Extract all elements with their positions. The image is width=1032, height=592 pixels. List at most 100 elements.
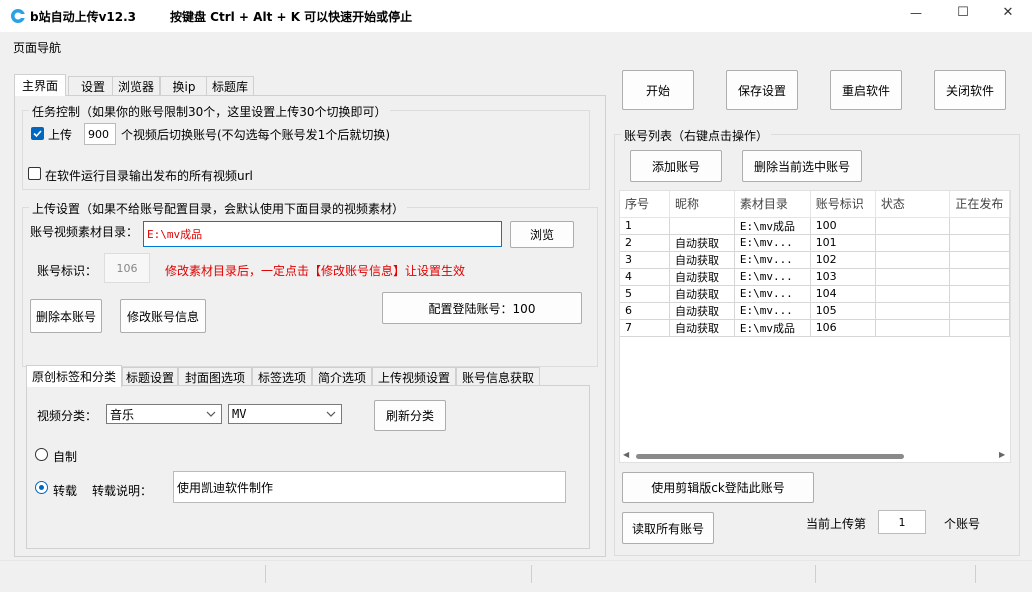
tab-settings[interactable]: 设置 [68, 76, 118, 96]
login-account-button[interactable]: 配置登陆账号：100 [382, 292, 582, 324]
table-cell [949, 234, 1010, 252]
table-cell: E:\mv... [734, 251, 811, 269]
table-cell: 4 [620, 268, 670, 286]
table-cell: 自动获取 [669, 302, 735, 320]
table-cell: 自动获取 [669, 319, 735, 337]
subtab-tag-options[interactable]: 标签选项 [252, 367, 312, 387]
table-cell [875, 268, 951, 286]
dir-warning: 修改素材目录后，一定点击【修改账号信息】让设置生效 [165, 264, 466, 278]
switch-hint: 个视频后切换账号(不勾选每个账号发1个后就切换) [121, 128, 390, 142]
repost-note-input[interactable]: 使用凯迪软件制作 [173, 471, 566, 503]
horizontal-scrollbar[interactable]: ◀ ▶ [620, 450, 1010, 462]
window-title: b站自动上传v12.3 [30, 10, 137, 24]
subtab-account-info[interactable]: 账号信息获取 [456, 367, 540, 387]
table-cell [949, 285, 1010, 303]
delete-selected-account-button[interactable]: 删除当前选中账号 [742, 150, 862, 182]
subtab-cover-options[interactable]: 封面图选项 [178, 367, 252, 387]
table-cell: 101 [810, 234, 876, 252]
output-url-checkbox[interactable] [28, 167, 41, 180]
table-row[interactable]: 5 自动获取 E:\mv... 104 [620, 285, 1010, 303]
chevron-down-icon [326, 411, 336, 417]
account-id-label: 账号标识： [37, 264, 98, 278]
upload-checkbox[interactable] [31, 127, 44, 140]
category-label: 视频分类： [37, 409, 98, 423]
table-row[interactable]: 7 自动获取 E:\mv成品 106 [620, 319, 1010, 337]
status-divider [975, 565, 976, 583]
maximize-button[interactable]: ☐ [943, 5, 983, 25]
sub-tabs: 原创标签和分类 标题设置 封面图选项 标签选项 简介选项 上传视频设置 账号信息… [26, 365, 546, 387]
browse-button[interactable]: 浏览 [510, 221, 574, 248]
column-header[interactable]: 状态 [875, 191, 951, 218]
title-bar: b站自动上传v12.3 按键盘 Ctrl + Alt + K 可以快速开始或停止… [0, 0, 1032, 32]
table-row[interactable]: 2 自动获取 E:\mv... 101 [620, 234, 1010, 252]
table-cell: E:\mv成品 [734, 217, 811, 235]
upload-count-input[interactable]: 900 [84, 123, 116, 145]
account-table[interactable]: 序号 昵称 素材目录 账号标识 状态 正在发布 1 E:\mv成品 100 2 自动获取 E:\mv… [619, 190, 1011, 463]
repost-radio[interactable] [35, 481, 48, 494]
table-cell: 1 [620, 217, 670, 235]
restart-button[interactable]: 重启软件 [830, 70, 902, 110]
subtab-intro-options[interactable]: 简介选项 [312, 367, 372, 387]
close-app-button[interactable]: 关闭软件 [934, 70, 1006, 110]
table-cell: E:\mv... [734, 302, 811, 320]
table-cell [875, 251, 951, 269]
minimize-button[interactable]: — [896, 6, 936, 26]
scroll-right-icon[interactable]: ▶ [999, 450, 1005, 459]
table-row[interactable]: 4 自动获取 E:\mv... 103 [620, 268, 1010, 286]
column-header[interactable]: 序号 [620, 191, 670, 218]
delete-account-button[interactable]: 删除本账号 [30, 299, 102, 333]
table-cell [949, 302, 1010, 320]
table-cell: 自动获取 [669, 285, 735, 303]
table-cell: 自动获取 [669, 234, 735, 252]
subtab-original-tags[interactable]: 原创标签和分类 [26, 365, 122, 387]
column-header[interactable]: 正在发布 [949, 191, 1010, 218]
scrollbar-thumb[interactable] [636, 454, 904, 459]
category-sub-value: MV [232, 407, 247, 421]
main-tabs: 主界面 设置 浏览器 换ip 标题库 [14, 74, 264, 96]
read-all-accounts-button[interactable]: 读取所有账号 [622, 512, 714, 544]
table-row[interactable]: 3 自动获取 E:\mv... 102 [620, 251, 1010, 269]
current-upload-suffix: 个账号 [944, 517, 981, 531]
column-header[interactable]: 昵称 [669, 191, 735, 218]
table-cell [949, 217, 1010, 235]
subtab-title-settings[interactable]: 标题设置 [122, 367, 178, 387]
output-url-label: 在软件运行目录输出发布的所有视频url [45, 169, 253, 183]
tab-browser[interactable]: 浏览器 [112, 76, 160, 96]
category-main-select[interactable]: 音乐 [106, 404, 222, 424]
dir-input[interactable]: E:\mv成品 [143, 221, 502, 247]
tab-main[interactable]: 主界面 [14, 74, 66, 96]
column-header[interactable]: 账号标识 [810, 191, 876, 218]
app-logo-icon [10, 8, 26, 24]
upload-settings-title: 上传设置（如果不给账号配置目录，会默认使用下面目录的视频素材） [29, 200, 408, 217]
table-cell [949, 319, 1010, 337]
close-window-button[interactable]: ✕ [988, 5, 1028, 25]
save-settings-button[interactable]: 保存设置 [726, 70, 798, 110]
table-cell [875, 234, 951, 252]
table-cell: 自动获取 [669, 251, 735, 269]
category-sub-select[interactable]: MV [228, 404, 342, 424]
add-account-button[interactable]: 添加账号 [630, 150, 722, 182]
column-header[interactable]: 素材目录 [734, 191, 811, 218]
self-made-radio[interactable] [35, 448, 48, 461]
start-button[interactable]: 开始 [622, 70, 694, 110]
table-cell [949, 251, 1010, 269]
table-row[interactable]: 6 自动获取 E:\mv... 105 [620, 302, 1010, 320]
account-id-input[interactable]: 106 [104, 253, 150, 283]
table-cell: 自动获取 [669, 268, 735, 286]
tab-change-ip[interactable]: 换ip [160, 76, 208, 96]
scroll-left-icon[interactable]: ◀ [623, 450, 629, 459]
tab-title-library[interactable]: 标题库 [206, 76, 254, 96]
table-cell [875, 302, 951, 320]
status-divider [531, 565, 532, 583]
status-bar [0, 560, 1032, 592]
repost-label: 转载 [53, 484, 78, 498]
table-row[interactable]: 1 E:\mv成品 100 [620, 217, 1010, 235]
current-account-input[interactable]: 1 [878, 510, 926, 534]
refresh-category-button[interactable]: 刷新分类 [374, 400, 446, 431]
menu-page-nav[interactable]: 页面导航 [13, 39, 61, 56]
subtab-upload-video-settings[interactable]: 上传视频设置 [372, 367, 456, 387]
modify-account-button[interactable]: 修改账号信息 [120, 299, 206, 333]
table-cell: 6 [620, 302, 670, 320]
clip-login-button[interactable]: 使用剪辑版ck登陆此账号 [622, 472, 814, 503]
table-cell: 2 [620, 234, 670, 252]
